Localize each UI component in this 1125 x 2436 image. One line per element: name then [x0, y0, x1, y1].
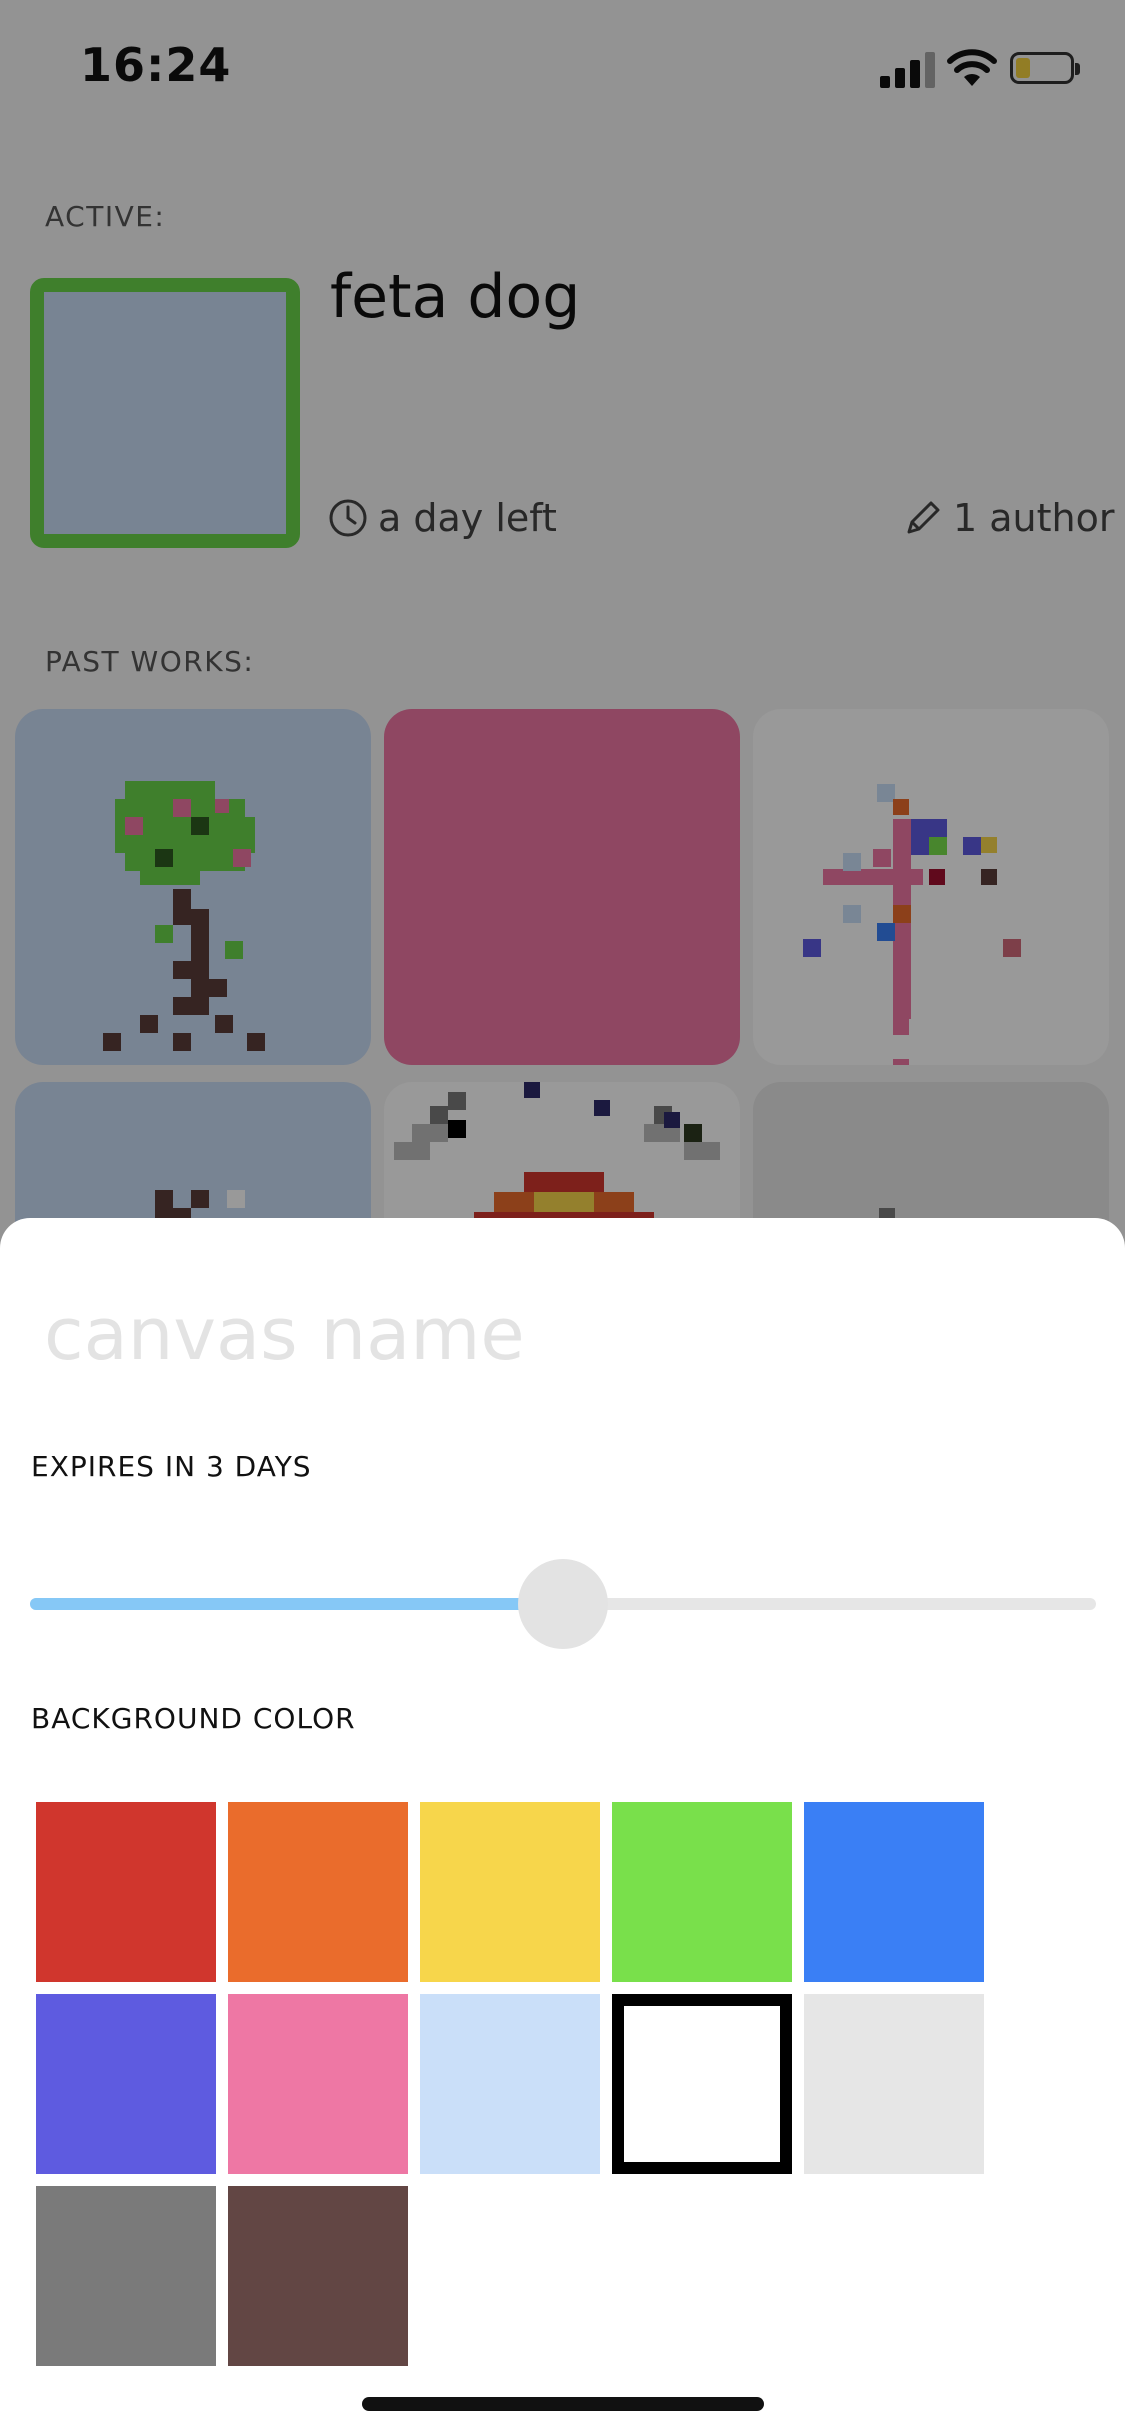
color-swatch[interactable] — [804, 1994, 984, 2174]
color-swatch[interactable] — [804, 1802, 984, 1982]
color-swatch[interactable] — [36, 1802, 216, 1982]
color-swatch[interactable] — [420, 1994, 600, 2174]
color-swatch[interactable] — [228, 1802, 408, 1982]
expires-label: EXPIRES IN 3 DAYS — [31, 1450, 312, 1483]
background-color-swatches — [36, 1802, 996, 2366]
home-indicator[interactable] — [362, 2397, 764, 2411]
color-swatch[interactable] — [36, 2186, 216, 2366]
color-swatch[interactable] — [228, 1994, 408, 2174]
canvas-name-input[interactable] — [44, 1284, 1074, 1384]
background-color-label: BACKGROUND COLOR — [31, 1702, 356, 1735]
color-swatch[interactable] — [420, 1802, 600, 1982]
color-swatch[interactable] — [612, 1994, 792, 2174]
expiry-slider[interactable] — [30, 1559, 1096, 1649]
slider-fill — [30, 1598, 563, 1610]
color-swatch[interactable] — [36, 1994, 216, 2174]
color-swatch[interactable] — [612, 1802, 792, 1982]
slider-thumb[interactable] — [518, 1559, 608, 1649]
color-swatch[interactable] — [228, 2186, 408, 2366]
